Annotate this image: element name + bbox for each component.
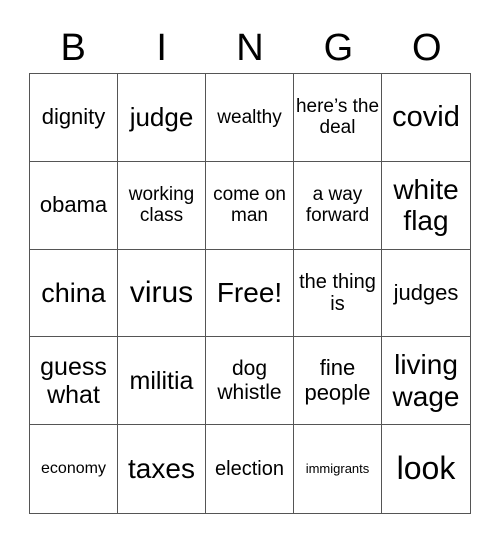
- bingo-cell-text: here’s the deal: [295, 96, 380, 139]
- bingo-cell[interactable]: fine people: [294, 337, 382, 426]
- header-letter-o: O: [412, 27, 442, 69]
- header-letter-b: B: [60, 27, 86, 69]
- bingo-cell-text: virus: [129, 276, 194, 310]
- bingo-cell[interactable]: election: [206, 425, 294, 513]
- bingo-cell[interactable]: living wage: [382, 337, 470, 426]
- bingo-cell[interactable]: Free!: [206, 249, 294, 338]
- bingo-cell[interactable]: economy: [30, 425, 118, 513]
- bingo-cell[interactable]: dog whistle: [206, 337, 294, 426]
- header-letter-n: N: [236, 27, 264, 69]
- bingo-cell-text: obama: [39, 191, 108, 217]
- header-letter-i: I: [156, 27, 167, 69]
- bingo-cell[interactable]: working class: [118, 161, 206, 250]
- bingo-cell[interactable]: dignity: [30, 74, 118, 162]
- bingo-cell-text: militia: [129, 366, 194, 395]
- bingo-cell[interactable]: white flag: [382, 162, 470, 250]
- bingo-cell-text: white flag: [393, 173, 459, 237]
- bingo-cell-text: come on man: [213, 183, 286, 227]
- bingo-cell-text: dignity: [41, 104, 106, 130]
- bingo-cell-text: china: [41, 277, 106, 308]
- bingo-cell-text: judge: [129, 101, 194, 132]
- bingo-cell-text: taxes: [128, 453, 195, 485]
- bingo-cell[interactable]: judges: [382, 250, 470, 338]
- bingo-cell-text: guess what: [40, 352, 107, 409]
- bingo-cell[interactable]: judge: [118, 74, 206, 162]
- bingo-cell[interactable]: china: [30, 249, 118, 338]
- bingo-cell-text: the thing is: [299, 270, 376, 315]
- bingo-cell[interactable]: immigrants: [294, 425, 382, 513]
- bingo-header: B I N G O: [29, 28, 471, 68]
- bingo-cell[interactable]: the thing is: [294, 249, 382, 338]
- bingo-cell-text: look: [396, 450, 456, 487]
- bingo-cell[interactable]: taxes: [118, 425, 206, 513]
- bingo-card-grid: dignity judge wealthy here’s the deal covid o…: [29, 73, 471, 514]
- bingo-cell[interactable]: covid: [382, 74, 470, 162]
- bingo-cell[interactable]: a way forward: [294, 161, 382, 250]
- bingo-cell-text: Free!: [216, 277, 283, 309]
- bingo-cell-text: covid: [392, 101, 460, 134]
- bingo-cell[interactable]: obama: [30, 161, 118, 250]
- bingo-cell[interactable]: virus: [118, 249, 206, 338]
- bingo-cell[interactable]: look: [382, 425, 470, 513]
- bingo-cell[interactable]: wealthy: [206, 74, 294, 162]
- header-letter-g: G: [323, 27, 354, 69]
- bingo-cell[interactable]: here’s the deal: [294, 74, 382, 162]
- bingo-cell-text: fine people: [304, 355, 371, 405]
- bingo-cell-text: wealthy: [217, 106, 282, 128]
- bingo-cell[interactable]: come on man: [206, 161, 294, 250]
- bingo-cell-text: working class: [128, 183, 195, 227]
- bingo-cell[interactable]: guess what: [30, 337, 118, 426]
- bingo-cell[interactable]: militia: [118, 337, 206, 426]
- bingo-cell-text: immigrants: [305, 460, 370, 476]
- bingo-cell-text: election: [215, 457, 284, 480]
- bingo-cell-text: judges: [393, 279, 459, 305]
- bingo-cell-text: a way forward: [305, 183, 370, 227]
- bingo-cell-text: economy: [41, 460, 106, 478]
- bingo-cell-text: dog whistle: [217, 357, 282, 404]
- bingo-cell-text: living wage: [392, 349, 460, 412]
